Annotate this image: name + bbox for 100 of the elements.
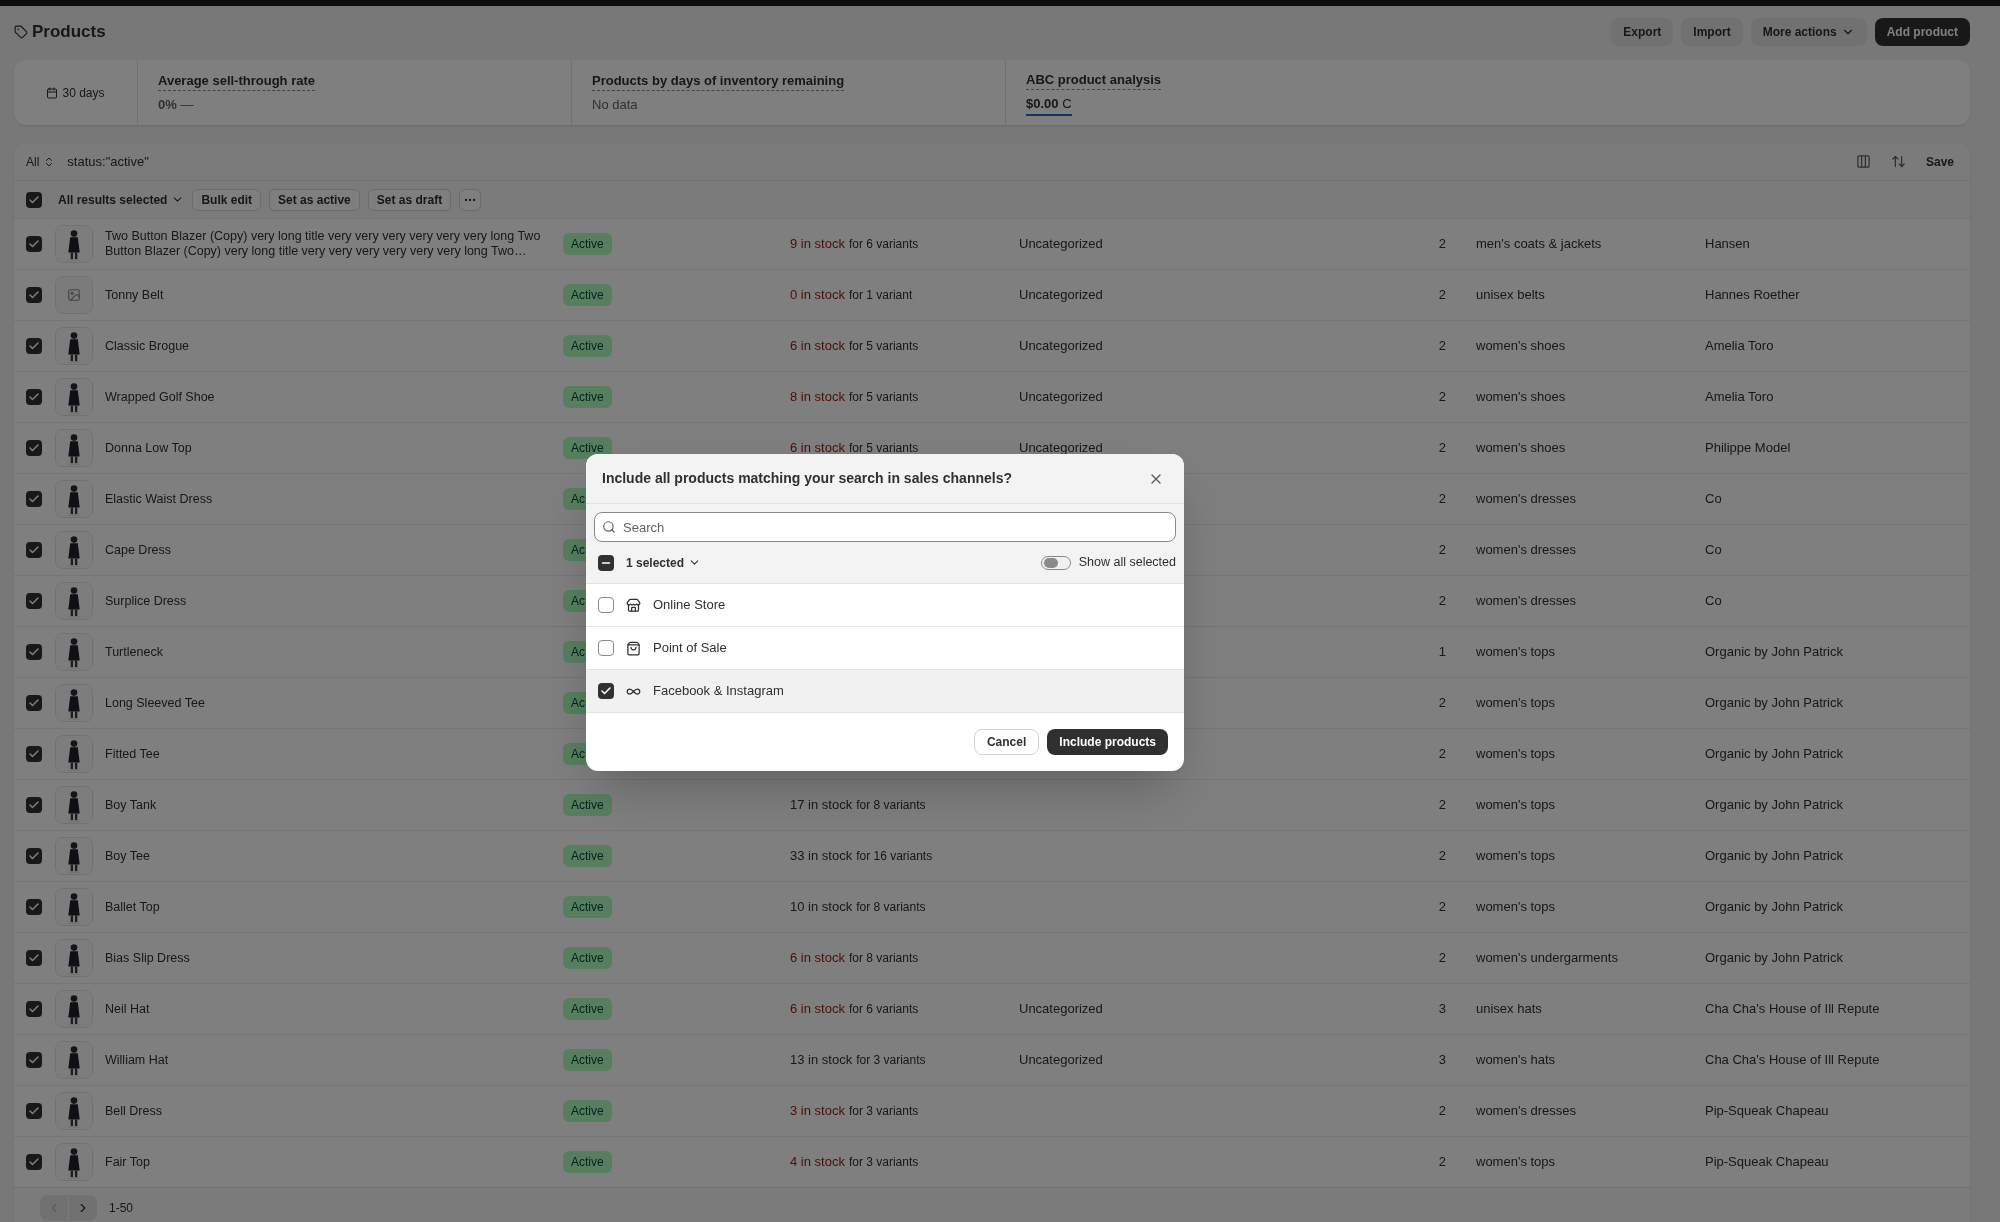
category-cell: Uncategorized bbox=[1019, 1001, 1103, 1017]
product-name[interactable]: Cape Dress bbox=[105, 542, 551, 558]
product-type: women's shoes bbox=[1476, 389, 1566, 405]
select-all-checkbox[interactable] bbox=[598, 554, 614, 571]
product-name[interactable]: Donna Low Top bbox=[105, 440, 551, 456]
row-checkbox[interactable] bbox=[26, 440, 42, 456]
channel-name: Facebook & Instagram bbox=[653, 682, 784, 701]
bulk-action-button[interactable]: Set as active bbox=[269, 188, 360, 211]
product-name[interactable]: Surplice Dress bbox=[105, 593, 551, 609]
product-name[interactable]: Fair Top bbox=[105, 1154, 551, 1170]
category-cell: Uncategorized bbox=[1019, 389, 1103, 405]
vendor-cell: Co bbox=[1705, 491, 1722, 507]
row-checkbox[interactable] bbox=[26, 797, 42, 813]
check-icon bbox=[28, 1105, 40, 1117]
tag-icon bbox=[14, 25, 28, 39]
toggle-switch[interactable] bbox=[1040, 555, 1071, 570]
product-name[interactable]: Bias Slip Dress bbox=[105, 950, 551, 966]
product-type: women's dresses bbox=[1476, 542, 1577, 558]
product-type: unisex belts bbox=[1476, 287, 1545, 303]
variant-count: for 3 variants bbox=[848, 1104, 919, 1119]
check-icon bbox=[28, 697, 40, 709]
select-all-checkbox[interactable] bbox=[26, 191, 42, 208]
row-checkbox[interactable] bbox=[26, 1052, 42, 1068]
bulk-action-button[interactable]: Set as draft bbox=[367, 188, 452, 211]
row-checkbox[interactable] bbox=[26, 644, 42, 660]
check-icon bbox=[28, 799, 40, 811]
product-name[interactable]: Boy Tank bbox=[105, 797, 551, 813]
row-checkbox[interactable] bbox=[26, 491, 42, 507]
channel-count: 2 bbox=[1438, 949, 1446, 968]
vendor-cell: Organic by John Patrick bbox=[1705, 695, 1843, 711]
save-button[interactable]: Save bbox=[1925, 152, 1954, 171]
channel-checkbox[interactable] bbox=[598, 640, 614, 656]
product-name[interactable]: Bell Dress bbox=[105, 1103, 551, 1119]
product-name[interactable]: Turtleneck bbox=[105, 644, 551, 660]
product-type: unisex hats bbox=[1476, 1001, 1542, 1017]
channel-row[interactable]: Point of Sale bbox=[586, 627, 1184, 670]
product-name[interactable]: Ballet Top bbox=[105, 899, 551, 915]
product-name[interactable]: Fitted Tee bbox=[105, 746, 551, 762]
view-selector[interactable]: All bbox=[26, 152, 56, 171]
sort-icon[interactable] bbox=[1890, 154, 1906, 169]
variant-count: for 6 variants bbox=[848, 237, 919, 252]
selection-dropdown[interactable]: 1 selected bbox=[626, 553, 702, 572]
selection-dropdown[interactable]: All results selected bbox=[58, 190, 185, 209]
check-icon bbox=[28, 493, 40, 505]
menu-button[interactable]: More actions bbox=[1750, 18, 1867, 46]
channel-count: 3 bbox=[1438, 1051, 1446, 1070]
channel-checkbox[interactable] bbox=[598, 597, 614, 613]
metric-title[interactable]: ABC product analysis bbox=[1026, 69, 1162, 90]
date-range-button[interactable]: 30 days bbox=[46, 83, 105, 102]
metric-title[interactable]: Average sell-through rate bbox=[158, 70, 315, 91]
metric-title[interactable]: Products by days of inventory remaining bbox=[592, 70, 845, 91]
row-checkbox[interactable] bbox=[26, 746, 42, 762]
header-button[interactable]: Import bbox=[1681, 18, 1743, 46]
row-checkbox[interactable] bbox=[26, 1001, 42, 1017]
metric-value: 0% — bbox=[158, 96, 194, 114]
channel-count: 2 bbox=[1438, 337, 1446, 356]
variant-count: for 16 variants bbox=[856, 849, 933, 864]
header-button[interactable]: Export bbox=[1611, 18, 1674, 46]
row-checkbox[interactable] bbox=[26, 389, 42, 405]
row-checkbox[interactable] bbox=[26, 287, 42, 303]
bulk-action-button[interactable]: Bulk edit bbox=[192, 188, 262, 211]
product-name[interactable]: William Hat bbox=[105, 1052, 551, 1068]
search-field[interactable]: Search bbox=[594, 512, 1176, 542]
columns-icon[interactable] bbox=[1855, 154, 1871, 169]
variant-count: for 3 variants bbox=[848, 1155, 919, 1170]
check-icon bbox=[28, 1003, 40, 1015]
row-checkbox[interactable] bbox=[26, 1103, 42, 1119]
channel-count: 2 bbox=[1438, 388, 1446, 407]
vendor-cell: Philippe Model bbox=[1705, 440, 1791, 456]
row-checkbox[interactable] bbox=[26, 542, 42, 558]
row-checkbox[interactable] bbox=[26, 950, 42, 966]
row-checkbox[interactable] bbox=[26, 899, 42, 915]
product-name[interactable]: Neil Hat bbox=[105, 1001, 551, 1017]
product-name[interactable]: Classic Brogue bbox=[105, 338, 551, 354]
product-type: women's undergarments bbox=[1476, 950, 1618, 966]
row-checkbox[interactable] bbox=[26, 338, 42, 354]
product-name[interactable]: Tonny Belt bbox=[105, 287, 551, 303]
channel-checkbox[interactable] bbox=[598, 683, 614, 699]
category-cell: Uncategorized bbox=[1019, 236, 1103, 252]
more-button[interactable] bbox=[459, 188, 482, 211]
product-name[interactable]: Elastic Waist Dress bbox=[105, 491, 551, 507]
row-checkbox[interactable] bbox=[26, 1154, 42, 1170]
row-checkbox[interactable] bbox=[26, 236, 42, 252]
row-checkbox[interactable] bbox=[26, 695, 42, 711]
product-name[interactable]: Boy Tee bbox=[105, 848, 551, 864]
channel-row[interactable]: Facebook & Instagram bbox=[586, 670, 1184, 713]
product-name[interactable]: Long Sleeved Tee bbox=[105, 695, 551, 711]
stock-count: 8 in stock bbox=[790, 389, 845, 405]
channel-row[interactable]: Online Store bbox=[586, 584, 1184, 627]
primary-button[interactable]: Add product bbox=[1874, 18, 1970, 46]
product-type: women's tops bbox=[1476, 695, 1556, 711]
search-query[interactable]: status:"active" bbox=[67, 151, 149, 172]
product-name[interactable]: Wrapped Golf Shoe bbox=[105, 389, 551, 405]
row-checkbox[interactable] bbox=[26, 848, 42, 864]
row-checkbox[interactable] bbox=[26, 593, 42, 609]
stock-count: 3 in stock bbox=[790, 1103, 845, 1119]
product-type: women's tops bbox=[1476, 848, 1556, 864]
cancel-button[interactable]: Cancel bbox=[973, 729, 1040, 755]
include-button[interactable]: Include products bbox=[1047, 729, 1168, 755]
product-name[interactable]: Two Button Blazer (Copy) very long title very very very very very very long Two Button Blazer (Copy) very long title very very very very very very long Two… bbox=[105, 229, 551, 259]
